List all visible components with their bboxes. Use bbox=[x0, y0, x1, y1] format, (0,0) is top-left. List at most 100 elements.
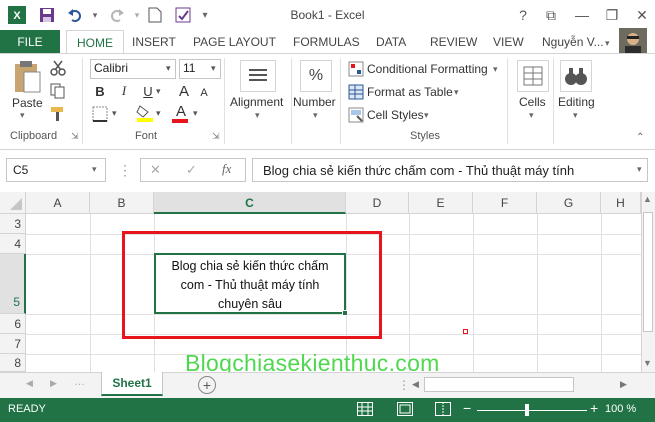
zoom-slider-thumb[interactable] bbox=[525, 404, 529, 416]
close-button[interactable]: ✕ bbox=[628, 4, 655, 26]
cells-icon[interactable] bbox=[517, 60, 549, 92]
alignment-icon[interactable] bbox=[240, 60, 276, 92]
ribbon-display-button[interactable]: ⧉ bbox=[537, 4, 565, 26]
vertical-scroll-thumb[interactable] bbox=[643, 212, 653, 332]
borders-icon[interactable] bbox=[92, 106, 108, 125]
zoom-level[interactable]: 100 % bbox=[605, 403, 636, 415]
paste-button[interactable]: Paste bbox=[12, 96, 43, 110]
grow-font-button[interactable]: A bbox=[174, 82, 194, 100]
row-header-5[interactable]: 5 bbox=[0, 254, 26, 314]
scroll-up-icon[interactable]: ▲ bbox=[643, 194, 652, 204]
scroll-sheets-left-icon[interactable]: ◀ bbox=[26, 378, 33, 389]
editing-button[interactable]: Editing bbox=[558, 95, 595, 109]
copy-icon[interactable] bbox=[50, 83, 66, 102]
column-header-d[interactable]: D bbox=[346, 192, 409, 214]
cells-button[interactable]: Cells bbox=[519, 95, 546, 109]
tab-insert[interactable]: INSERT bbox=[130, 30, 178, 54]
column-header-e[interactable]: E bbox=[409, 192, 473, 214]
scroll-right-icon[interactable]: ▶ bbox=[620, 379, 627, 390]
column-header-b[interactable]: B bbox=[90, 192, 154, 214]
column-header-h[interactable]: H bbox=[601, 192, 641, 214]
sheets-more-icon[interactable]: … bbox=[74, 376, 85, 388]
cell-styles-dropdown-icon[interactable]: ▾ bbox=[424, 110, 429, 121]
font-color-dropdown-icon[interactable]: ▾ bbox=[193, 108, 198, 119]
cancel-entry-button[interactable]: ✕ bbox=[150, 162, 161, 178]
font-name-combo[interactable]: Calibri bbox=[90, 59, 176, 79]
formula-input[interactable]: Blog chia sẻ kiến thức chấm com - Thủ th… bbox=[252, 158, 648, 182]
paste-icon[interactable] bbox=[12, 60, 42, 97]
underline-dropdown-icon[interactable]: ▾ bbox=[156, 86, 161, 97]
alignment-dropdown-icon[interactable]: ▾ bbox=[255, 110, 260, 121]
font-color-button[interactable]: A bbox=[172, 103, 190, 120]
normal-view-icon[interactable] bbox=[357, 402, 373, 419]
format-as-table-dropdown-icon[interactable]: ▾ bbox=[454, 87, 459, 98]
avatar[interactable] bbox=[619, 28, 647, 56]
tab-split-icon[interactable]: ⋮ bbox=[398, 378, 410, 392]
insert-function-button[interactable]: fx bbox=[222, 161, 231, 177]
row-header-7[interactable]: 7 bbox=[0, 334, 26, 354]
font-launcher-icon[interactable]: ⇲ bbox=[212, 131, 220, 142]
conditional-formatting-icon[interactable] bbox=[348, 61, 364, 80]
help-button[interactable]: ? bbox=[509, 4, 537, 26]
scroll-left-icon[interactable]: ◀ bbox=[412, 379, 419, 390]
font-size-dropdown-icon[interactable]: ▾ bbox=[211, 63, 216, 74]
cells-dropdown-icon[interactable]: ▾ bbox=[529, 110, 534, 121]
borders-dropdown-icon[interactable]: ▾ bbox=[112, 108, 117, 119]
restore-button[interactable]: ❐ bbox=[598, 4, 626, 26]
tab-home[interactable]: HOME bbox=[66, 30, 124, 54]
row-header-4[interactable]: 4 bbox=[0, 234, 26, 254]
tab-data[interactable]: DATA bbox=[374, 30, 408, 54]
row-header-3[interactable]: 3 bbox=[0, 214, 26, 234]
cell-styles-icon[interactable] bbox=[348, 107, 364, 126]
sheet-tab-sheet1[interactable]: Sheet1 bbox=[101, 372, 163, 396]
column-header-c[interactable]: C bbox=[154, 192, 346, 214]
new-sheet-button[interactable]: + bbox=[198, 376, 216, 394]
conditional-formatting-dropdown-icon[interactable]: ▾ bbox=[493, 64, 498, 75]
number-dropdown-icon[interactable]: ▾ bbox=[313, 110, 318, 121]
bold-button[interactable]: B bbox=[90, 82, 110, 100]
cell-styles-button[interactable]: Cell Styles bbox=[367, 108, 424, 122]
zoom-slider-track[interactable] bbox=[477, 410, 587, 411]
page-break-view-icon[interactable] bbox=[435, 402, 451, 419]
scroll-down-icon[interactable]: ▼ bbox=[643, 358, 652, 368]
fill-color-icon[interactable] bbox=[136, 104, 154, 125]
column-header-a[interactable]: A bbox=[26, 192, 90, 214]
editing-dropdown-icon[interactable]: ▾ bbox=[573, 110, 578, 121]
conditional-formatting-button[interactable]: Conditional Formatting bbox=[367, 62, 488, 76]
horizontal-scroll-thumb[interactable] bbox=[424, 377, 574, 392]
column-header-g[interactable]: G bbox=[537, 192, 601, 214]
enter-entry-button[interactable]: ✓ bbox=[186, 162, 197, 178]
user-dropdown-icon[interactable]: ▾ bbox=[605, 38, 610, 49]
paste-dropdown-icon[interactable]: ▾ bbox=[20, 110, 25, 121]
alignment-button[interactable]: Alignment bbox=[230, 95, 283, 109]
select-all-corner[interactable] bbox=[0, 192, 26, 214]
font-name-dropdown-icon[interactable]: ▾ bbox=[166, 63, 171, 74]
binoculars-icon[interactable] bbox=[560, 60, 592, 92]
tab-page-layout[interactable]: PAGE LAYOUT bbox=[191, 30, 278, 54]
tab-review[interactable]: REVIEW bbox=[428, 30, 479, 54]
tab-view[interactable]: VIEW bbox=[491, 30, 526, 54]
clipboard-launcher-icon[interactable]: ⇲ bbox=[71, 131, 79, 142]
column-header-f[interactable]: F bbox=[473, 192, 537, 214]
name-box-dropdown-icon[interactable]: ▾ bbox=[92, 164, 97, 175]
italic-button[interactable]: I bbox=[114, 82, 134, 100]
format-as-table-icon[interactable] bbox=[348, 84, 364, 103]
page-layout-view-icon[interactable] bbox=[397, 402, 413, 419]
cut-icon[interactable] bbox=[50, 60, 66, 79]
tab-file[interactable]: FILE bbox=[0, 30, 60, 54]
scroll-sheets-right-icon[interactable]: ▶ bbox=[50, 378, 57, 389]
format-painter-icon[interactable] bbox=[50, 106, 66, 125]
zoom-in-button[interactable]: + bbox=[590, 400, 598, 416]
zoom-out-button[interactable]: − bbox=[463, 400, 471, 416]
number-button[interactable]: Number bbox=[293, 95, 336, 109]
user-name[interactable]: Nguyễn V... bbox=[540, 30, 606, 54]
shrink-font-button[interactable]: A bbox=[194, 84, 214, 102]
name-box[interactable]: C5 bbox=[6, 158, 106, 182]
row-header-8[interactable]: 8 bbox=[0, 354, 26, 372]
number-format-button[interactable]: % bbox=[300, 60, 332, 92]
expand-formula-bar-icon[interactable]: ▾ bbox=[637, 164, 642, 175]
format-as-table-button[interactable]: Format as Table bbox=[367, 85, 453, 99]
fill-color-dropdown-icon[interactable]: ▾ bbox=[156, 108, 161, 119]
tab-formulas[interactable]: FORMULAS bbox=[291, 30, 362, 54]
row-header-6[interactable]: 6 bbox=[0, 314, 26, 334]
